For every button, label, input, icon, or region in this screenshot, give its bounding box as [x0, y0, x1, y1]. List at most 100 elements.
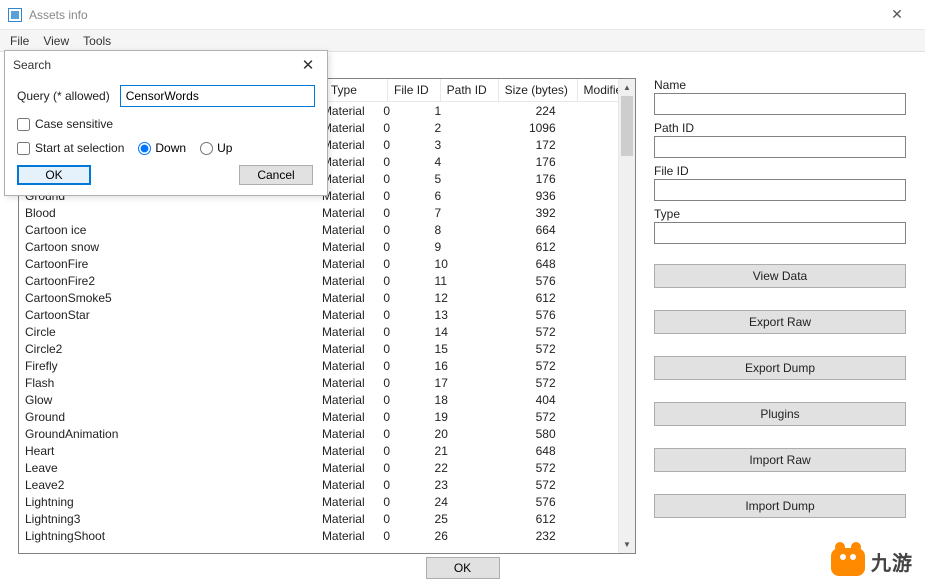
cell-pathid: 1	[429, 102, 485, 119]
table-row[interactable]: LightningShootMaterial026232	[19, 527, 618, 544]
fileid-field[interactable]	[654, 179, 906, 201]
table-row[interactable]: LeaveMaterial022572	[19, 459, 618, 476]
menu-view[interactable]: View	[43, 34, 69, 48]
table-row[interactable]: BloodMaterial07392	[19, 204, 618, 221]
cell-modified	[562, 187, 618, 204]
table-row[interactable]: Circle2Material015572	[19, 340, 618, 357]
cell-pathid: 22	[429, 459, 485, 476]
search-ok-button[interactable]: OK	[17, 165, 91, 185]
dialog-close-icon[interactable]: ✕	[297, 56, 319, 74]
table-row[interactable]: HeartMaterial021648	[19, 442, 618, 459]
cell-pathid: 20	[429, 425, 485, 442]
case-sensitive-checkbox[interactable]	[17, 118, 30, 131]
col-pathid[interactable]: Path ID	[440, 79, 498, 101]
cell-size: 172	[485, 136, 562, 153]
cell-modified	[562, 408, 618, 425]
view-data-button[interactable]: View Data	[654, 264, 906, 288]
cell-name: Circle	[19, 323, 316, 340]
cell-size: 392	[485, 204, 562, 221]
export-raw-button[interactable]: Export Raw	[654, 310, 906, 334]
table-row[interactable]: CartoonStarMaterial013576	[19, 306, 618, 323]
type-field[interactable]	[654, 222, 906, 244]
table-row[interactable]: LightningMaterial024576	[19, 493, 618, 510]
table-row[interactable]: FireflyMaterial016572	[19, 357, 618, 374]
scroll-down-icon[interactable]: ▼	[619, 536, 635, 553]
query-input[interactable]	[120, 85, 315, 107]
start-at-selection-checkbox[interactable]	[17, 142, 30, 155]
cell-size: 572	[485, 323, 562, 340]
cell-fileid: 0	[377, 357, 428, 374]
cell-modified	[562, 306, 618, 323]
cell-size: 572	[485, 340, 562, 357]
cell-size: 576	[485, 272, 562, 289]
window-title: Assets info	[29, 8, 877, 22]
cell-type: Material	[316, 493, 377, 510]
cell-pathid: 26	[429, 527, 485, 544]
cell-name: Cartoon ice	[19, 221, 316, 238]
table-row[interactable]: Lightning3Material025612	[19, 510, 618, 527]
label-fileid: File ID	[654, 164, 906, 178]
table-row[interactable]: GroundMaterial019572	[19, 408, 618, 425]
cell-fileid: 0	[377, 493, 428, 510]
scroll-thumb[interactable]	[621, 96, 633, 156]
main-ok-button[interactable]: OK	[426, 557, 500, 579]
col-type[interactable]: Type	[324, 79, 387, 101]
menu-file[interactable]: File	[10, 34, 29, 48]
cell-type: Material	[316, 408, 377, 425]
cell-modified	[562, 289, 618, 306]
table-row[interactable]: GroundAnimationMaterial020580	[19, 425, 618, 442]
cell-type: Material	[316, 340, 377, 357]
import-raw-button[interactable]: Import Raw	[654, 448, 906, 472]
cell-modified	[562, 136, 618, 153]
col-fileid[interactable]: File ID	[388, 79, 441, 101]
cell-pathid: 5	[429, 170, 485, 187]
export-dump-button[interactable]: Export Dump	[654, 356, 906, 380]
menu-tools[interactable]: Tools	[83, 34, 111, 48]
table-row[interactable]: CircleMaterial014572	[19, 323, 618, 340]
down-label: Down	[155, 141, 186, 155]
cell-modified	[562, 527, 618, 544]
cell-name: Lightning	[19, 493, 316, 510]
cell-pathid: 21	[429, 442, 485, 459]
cell-size: 580	[485, 425, 562, 442]
cell-fileid: 0	[377, 442, 428, 459]
cell-size: 576	[485, 493, 562, 510]
label-type: Type	[654, 207, 906, 221]
cell-pathid: 19	[429, 408, 485, 425]
cell-type: Material	[316, 238, 377, 255]
table-row[interactable]: Cartoon snowMaterial09612	[19, 238, 618, 255]
table-row[interactable]: FlashMaterial017572	[19, 374, 618, 391]
cell-fileid: 0	[377, 408, 428, 425]
cell-pathid: 24	[429, 493, 485, 510]
start-at-selection-label: Start at selection	[35, 141, 124, 155]
cell-modified	[562, 357, 618, 374]
table-row[interactable]: CartoonFireMaterial010648	[19, 255, 618, 272]
cell-fileid: 0	[377, 187, 428, 204]
table-row[interactable]: Cartoon iceMaterial08664	[19, 221, 618, 238]
name-field[interactable]	[654, 93, 906, 115]
search-cancel-button[interactable]: Cancel	[239, 165, 313, 185]
cell-modified	[562, 340, 618, 357]
up-radio[interactable]	[200, 142, 213, 155]
cell-type: Material	[316, 255, 377, 272]
close-icon[interactable]: ✕	[877, 6, 917, 23]
cell-name: Flash	[19, 374, 316, 391]
pathid-field[interactable]	[654, 136, 906, 158]
scrollbar[interactable]: ▲ ▼	[618, 79, 635, 553]
cell-type: Material	[316, 425, 377, 442]
cell-modified	[562, 255, 618, 272]
cell-fileid: 0	[377, 272, 428, 289]
cell-type: Material	[316, 527, 377, 544]
cell-pathid: 2	[429, 119, 485, 136]
table-row[interactable]: CartoonSmoke5Material012612	[19, 289, 618, 306]
col-size[interactable]: Size (bytes)	[498, 79, 577, 101]
table-row[interactable]: CartoonFire2Material011576	[19, 272, 618, 289]
plugins-button[interactable]: Plugins	[654, 402, 906, 426]
table-row[interactable]: Leave2Material023572	[19, 476, 618, 493]
cell-pathid: 18	[429, 391, 485, 408]
import-dump-button[interactable]: Import Dump	[654, 494, 906, 518]
scroll-up-icon[interactable]: ▲	[619, 79, 635, 96]
cell-pathid: 17	[429, 374, 485, 391]
table-row[interactable]: GlowMaterial018404	[19, 391, 618, 408]
down-radio[interactable]	[138, 142, 151, 155]
